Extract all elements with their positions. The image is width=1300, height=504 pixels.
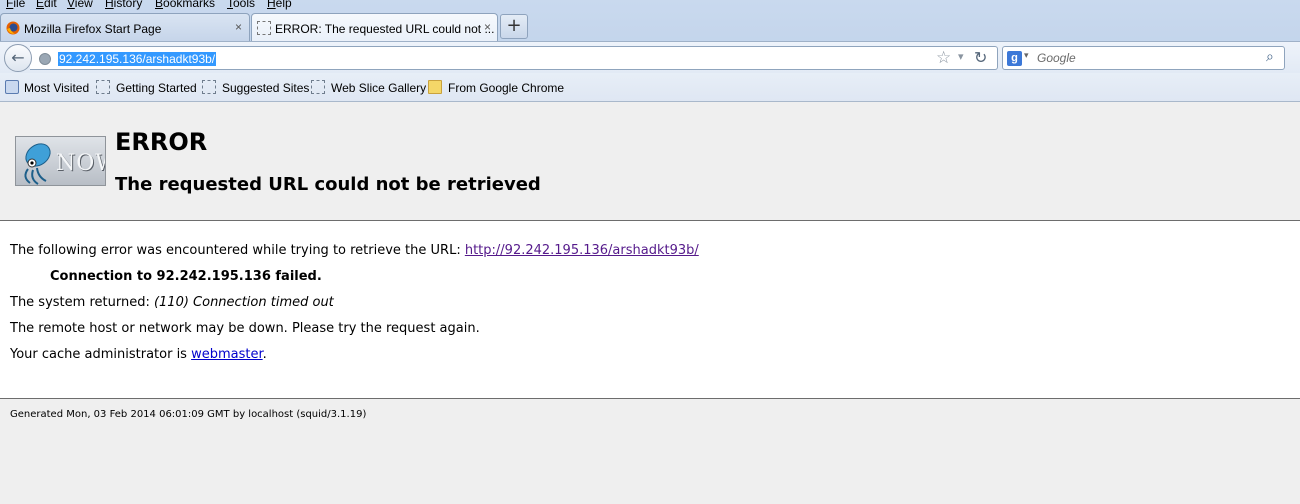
bookmark-star-icon[interactable]: ☆	[936, 48, 951, 68]
bookmark-suggested-sites[interactable]: Suggested Sites	[222, 81, 309, 95]
search-engine-dropdown-icon[interactable]: ▾	[1024, 51, 1029, 61]
new-tab-button[interactable]: +	[500, 14, 528, 39]
bookmarks-toolbar: Most Visited Getting Started Suggested S…	[0, 73, 1300, 102]
browser-chrome: File Edit View History Bookmarks Tools H…	[0, 0, 1300, 102]
menu-bar: File Edit View History Bookmarks Tools H…	[0, 0, 1300, 12]
firefox-icon	[6, 21, 20, 35]
bookmark-getting-started[interactable]: Getting Started	[116, 81, 197, 95]
tab-firefox-start-page[interactable]: Mozilla Firefox Start Page ×	[0, 13, 250, 41]
google-icon[interactable]: g	[1007, 51, 1022, 66]
bookmark-folder-from-google-chrome[interactable]: From Google Chrome	[448, 81, 564, 95]
tab-label: Mozilla Firefox Start Page	[24, 22, 162, 36]
squid-logo: NOW	[15, 136, 106, 186]
search-input[interactable]	[1037, 50, 1257, 66]
back-button[interactable]: ←	[4, 44, 32, 72]
system-returned-line: The system returned: (110) Connection ti…	[10, 295, 334, 310]
error-url-link[interactable]: http://92.242.195.136/arshadkt93b/	[465, 243, 699, 258]
menu-file[interactable]: File	[6, 0, 25, 10]
tab-error-page[interactable]: ERROR: The requested URL could not ... ×	[251, 13, 498, 42]
search-bar: g ▾ ⌕	[1002, 46, 1285, 70]
page-subtitle: The requested URL could not be retrieved	[115, 174, 541, 195]
page-icon	[311, 80, 325, 94]
url-text[interactable]: 92.242.195.136/arshadkt93b/	[58, 52, 217, 66]
webmaster-link[interactable]: webmaster	[191, 347, 263, 362]
error-url-line: The following error was encountered whil…	[10, 243, 699, 258]
reload-icon[interactable]: ↻	[974, 48, 987, 67]
menu-tools[interactable]: Tools	[227, 0, 255, 10]
menu-help[interactable]: Help	[267, 0, 292, 10]
logo-text: NOW	[56, 151, 105, 176]
history-dropdown-icon[interactable]: ▾	[958, 50, 964, 63]
url-bar[interactable]: 92.242.195.136/arshadkt93b/ ☆ ▾ ↻	[30, 46, 998, 70]
menu-history[interactable]: History	[105, 0, 142, 10]
page-title: ERROR	[115, 128, 208, 156]
close-tab-icon[interactable]: ×	[235, 20, 242, 34]
footer-text: Generated Mon, 03 Feb 2014 06:01:09 GMT …	[10, 409, 367, 420]
tab-label: ERROR: The requested URL could not ...	[275, 22, 495, 36]
bookmark-web-slice-gallery[interactable]: Web Slice Gallery	[331, 81, 426, 95]
folder-icon	[428, 80, 442, 94]
error-details: The following error was encountered whil…	[0, 221, 1300, 398]
most-visited-icon	[5, 80, 19, 94]
remote-host-text: The remote host or network may be down. …	[10, 321, 480, 336]
site-identity-icon[interactable]	[39, 53, 51, 65]
search-icon[interactable]: ⌕	[1266, 49, 1274, 65]
menu-view[interactable]: View	[67, 0, 93, 10]
menu-bookmarks[interactable]: Bookmarks	[155, 0, 215, 10]
navigation-bar: 92.242.195.136/arshadkt93b/ ☆ ▾ ↻ ← g ▾ …	[0, 41, 1300, 73]
page-content: NOW ERROR The requested URL could not be…	[0, 102, 1300, 504]
page-icon	[96, 80, 110, 94]
cache-admin-line: Your cache administrator is webmaster.	[10, 347, 267, 362]
page-icon	[257, 21, 271, 35]
menu-edit[interactable]: Edit	[36, 0, 57, 10]
connection-failed-text: Connection to 92.242.195.136 failed.	[50, 269, 322, 284]
bottom-divider	[0, 398, 1300, 399]
system-error-text: (110) Connection timed out	[153, 295, 334, 310]
close-tab-icon[interactable]: ×	[484, 20, 491, 34]
page-icon	[202, 80, 216, 94]
bookmark-most-visited[interactable]: Most Visited	[24, 81, 89, 95]
